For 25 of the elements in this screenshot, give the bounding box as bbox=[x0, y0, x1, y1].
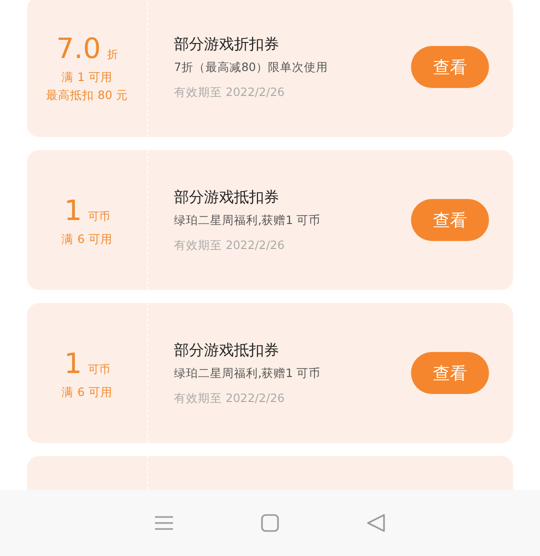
coupon-condition: 满 6 可用 bbox=[62, 384, 112, 400]
coupon-validity: 有效期至 2022/2/26 bbox=[174, 238, 286, 252]
coupon-unit: 可币 bbox=[88, 208, 110, 224]
view-button[interactable]: 查看 bbox=[411, 352, 489, 394]
coupon-validity: 有效期至 2022/2/26 bbox=[174, 390, 286, 406]
coupon-condition: 满 1 可用 bbox=[62, 70, 112, 84]
coupon-condition: 最高抵扣 80 元 bbox=[46, 88, 128, 102]
home-icon[interactable] bbox=[260, 513, 280, 533]
coupon-description: 7折（最高减80）限单次使用 bbox=[174, 60, 329, 74]
coupon-title: 部分游戏抵扣券 bbox=[174, 188, 280, 206]
view-button[interactable]: 查看 bbox=[411, 46, 489, 88]
coupon-validity: 有效期至 2022/2/26 bbox=[174, 84, 286, 100]
coupon-unit: 折 bbox=[106, 46, 118, 62]
coupon-value: 7.0 bbox=[56, 32, 101, 64]
coupon-description: 绿珀二星周福利,获赠1 可币 bbox=[174, 366, 322, 380]
coupon-title: 部分游戏折扣券 bbox=[174, 34, 280, 54]
back-icon[interactable] bbox=[365, 512, 388, 534]
coupon-value: 1 bbox=[64, 346, 82, 380]
coupon-value: 1 bbox=[64, 194, 82, 226]
coupon-condition: 满 6 可用 bbox=[62, 232, 112, 246]
coupon-unit: 可币 bbox=[88, 362, 110, 376]
menu-icon[interactable] bbox=[152, 514, 175, 532]
coupon-description: 绿珀二星周福利,获赠1 可币 bbox=[174, 212, 322, 228]
coupon-title: 部分游戏抵扣券 bbox=[174, 340, 280, 360]
view-button[interactable]: 查看 bbox=[411, 199, 489, 241]
